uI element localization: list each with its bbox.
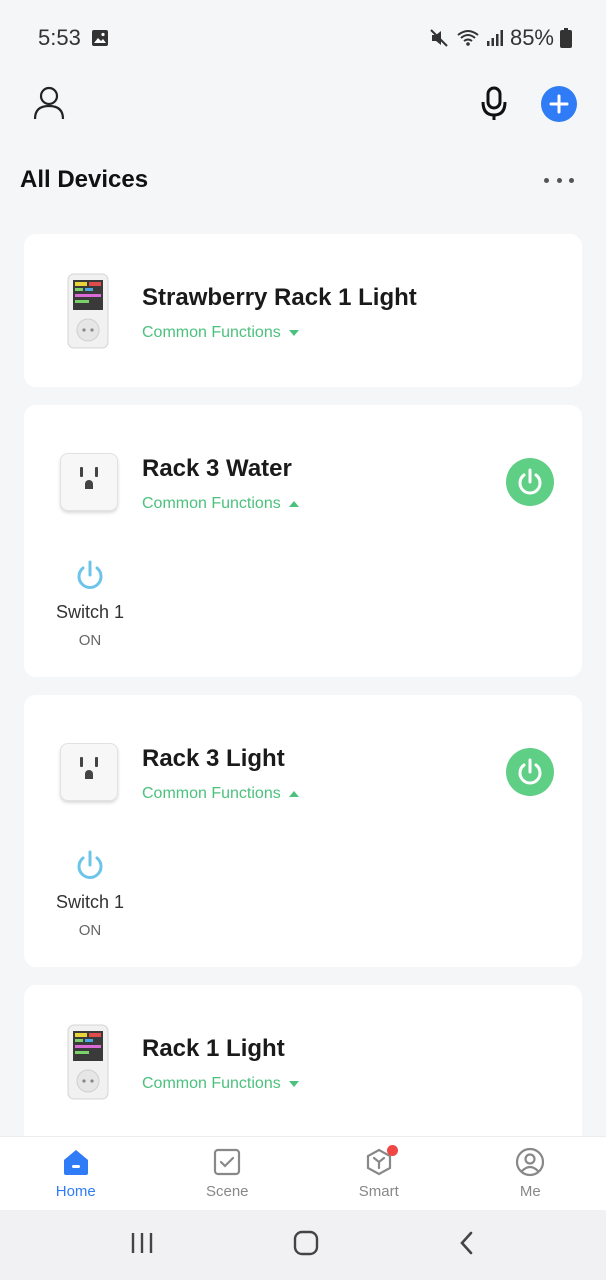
back-icon bbox=[460, 1231, 473, 1254]
more-dot-icon bbox=[544, 177, 549, 183]
gallery-icon bbox=[91, 30, 108, 46]
device-name: Strawberry Rack 1 Light bbox=[142, 284, 417, 311]
power-icon bbox=[518, 758, 542, 785]
device-name: Rack 3 Light bbox=[142, 745, 285, 772]
tab-home[interactable]: Home bbox=[0, 1137, 152, 1210]
common-functions-label: Common Functions bbox=[142, 495, 281, 512]
common-functions-label: Common Functions bbox=[142, 785, 281, 802]
more-dot-icon bbox=[569, 177, 574, 183]
device-card[interactable]: Rack 3 Water Common Functions Switch 1 O… bbox=[24, 405, 582, 677]
tab-scene[interactable]: Scene bbox=[152, 1137, 304, 1210]
tab-label: Scene bbox=[205, 1183, 249, 1200]
battery-icon bbox=[560, 28, 572, 48]
common-functions-label: Common Functions bbox=[142, 1075, 281, 1092]
plug-monitor-thumbnail bbox=[60, 272, 116, 352]
device-name: Rack 1 Light bbox=[142, 1035, 285, 1062]
system-nav-bar bbox=[0, 1210, 606, 1280]
caret-up-icon bbox=[288, 791, 299, 797]
power-button[interactable] bbox=[506, 748, 554, 796]
smart-socket-thumbnail bbox=[60, 453, 118, 511]
recent-apps-button[interactable] bbox=[129, 1231, 155, 1260]
device-card[interactable]: Rack 3 Light Common Functions Switch 1 O… bbox=[24, 695, 582, 967]
add-device-button[interactable] bbox=[541, 86, 577, 122]
smart-socket-thumbnail bbox=[60, 743, 118, 801]
status-bar: 5:53 85% bbox=[0, 0, 606, 76]
home-icon bbox=[63, 1150, 88, 1175]
device-card[interactable]: Rack 1 Light Common Functions bbox=[24, 985, 582, 1136]
home-circle-icon bbox=[293, 1230, 319, 1255]
wifi-icon bbox=[457, 30, 479, 46]
home-nav-button[interactable] bbox=[293, 1230, 319, 1261]
switch-power-icon bbox=[77, 850, 103, 879]
section-title: All Devices bbox=[20, 166, 149, 193]
common-functions-toggle[interactable]: Common Functions bbox=[142, 324, 299, 342]
tab-label: Home bbox=[55, 1183, 96, 1200]
back-button[interactable] bbox=[457, 1230, 477, 1261]
battery-percent: 85% bbox=[509, 25, 554, 50]
caret-down-icon bbox=[288, 1081, 299, 1087]
switch-1-control[interactable]: Switch 1 ON bbox=[50, 850, 130, 939]
device-card[interactable]: Strawberry Rack 1 Light Common Functions bbox=[24, 234, 582, 387]
voice-button[interactable] bbox=[478, 86, 510, 122]
profile-button[interactable] bbox=[30, 84, 68, 122]
common-functions-label: Common Functions bbox=[142, 324, 281, 341]
recents-icon bbox=[131, 1232, 153, 1253]
common-functions-toggle[interactable]: Common Functions bbox=[142, 785, 299, 803]
status-time: 5:53 bbox=[38, 25, 81, 50]
switch-state: ON bbox=[78, 632, 102, 649]
power-icon bbox=[518, 468, 542, 495]
common-functions-toggle[interactable]: Common Functions bbox=[142, 495, 299, 513]
caret-up-icon bbox=[288, 501, 299, 507]
signal-icon bbox=[486, 30, 503, 46]
switch-label: Switch 1 bbox=[55, 602, 125, 622]
scene-icon bbox=[214, 1148, 241, 1176]
switch-power-icon bbox=[77, 560, 103, 589]
mute-icon bbox=[430, 29, 448, 47]
tab-label: Smart bbox=[358, 1183, 399, 1200]
switch-state: ON bbox=[78, 922, 102, 939]
plus-icon bbox=[549, 94, 569, 114]
tab-label: Me bbox=[519, 1183, 541, 1200]
more-options-button[interactable] bbox=[544, 170, 574, 190]
microphone-icon bbox=[481, 86, 507, 120]
power-button[interactable] bbox=[506, 458, 554, 506]
me-icon bbox=[516, 1147, 545, 1177]
plug-monitor-thumbnail bbox=[60, 1023, 116, 1103]
switch-label: Switch 1 bbox=[55, 892, 125, 912]
device-name: Rack 3 Water bbox=[142, 455, 292, 482]
notification-badge bbox=[387, 1145, 398, 1156]
tab-me[interactable]: Me bbox=[455, 1137, 606, 1210]
user-icon bbox=[33, 86, 65, 120]
common-functions-toggle[interactable]: Common Functions bbox=[142, 1075, 299, 1093]
caret-down-icon bbox=[288, 330, 299, 336]
switch-1-control[interactable]: Switch 1 ON bbox=[50, 560, 130, 649]
tab-smart[interactable]: Smart bbox=[303, 1137, 455, 1210]
bottom-tab-bar: Home Scene Smart Me bbox=[0, 1136, 606, 1210]
app-header bbox=[0, 76, 606, 136]
more-dot-icon bbox=[556, 177, 562, 183]
